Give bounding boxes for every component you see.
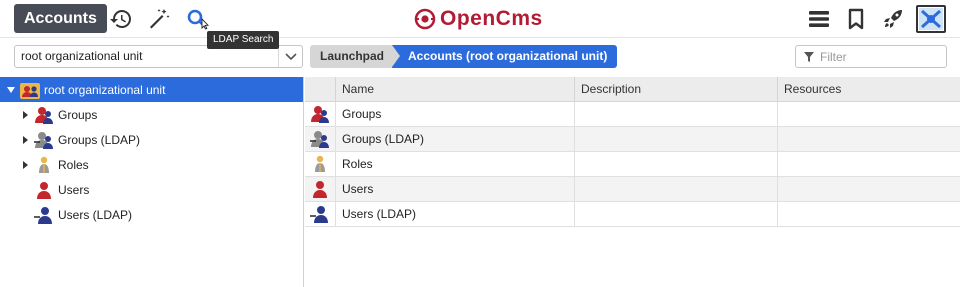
chevron-down-icon[interactable]: [278, 46, 302, 67]
tree-collapsed-icon[interactable]: [20, 160, 30, 169]
table-row[interactable]: Users: [305, 177, 960, 202]
logo-text-cms: Cms: [495, 7, 543, 30]
user-icon: [34, 180, 54, 200]
table-row[interactable]: Groups: [305, 102, 960, 127]
rocket-icon[interactable]: [880, 6, 906, 32]
cell-name: Roles: [336, 152, 575, 176]
cell-description: [575, 202, 778, 226]
group-icon: [34, 105, 54, 125]
tree-item-label: Users: [58, 182, 90, 197]
tree-item-roles[interactable]: Roles: [0, 152, 303, 177]
ou-tree: root organizational unit Groups Groups (…: [0, 77, 304, 287]
tree-item-label: Groups (LDAP): [58, 132, 141, 147]
menu-icon[interactable]: [806, 6, 832, 32]
cell-name: Groups (LDAP): [336, 127, 575, 151]
breadcrumb-current: Accounts (root organizational unit): [392, 45, 618, 68]
cell-resources: [778, 152, 960, 176]
filter-icon: [804, 51, 814, 62]
filter-input[interactable]: Filter: [795, 45, 947, 68]
logo-mark-icon: [414, 8, 436, 30]
tree-collapsed-icon[interactable]: [20, 135, 30, 144]
ldap-user-icon: [305, 202, 336, 226]
cell-resources: [778, 202, 960, 226]
cell-description: [575, 152, 778, 176]
tree-item-users-ldap[interactable]: Users (LDAP): [0, 202, 303, 227]
accounts-table: Name Description Resources Groups Groups…: [305, 77, 960, 227]
header-icon-col[interactable]: [305, 77, 336, 101]
header-resources[interactable]: Resources: [778, 77, 960, 101]
tree-item-label: Roles: [58, 157, 89, 172]
table-row[interactable]: Roles: [305, 152, 960, 177]
magic-wand-icon[interactable]: [146, 6, 172, 32]
ldap-group-icon: [34, 130, 54, 150]
cell-resources: [778, 127, 960, 151]
ldap-group-icon: [305, 127, 336, 151]
group-icon: [305, 102, 336, 126]
cell-resources: [778, 177, 960, 201]
top-toolbar: Accounts LDAP Search OpenCms: [0, 0, 960, 49]
cell-description: [575, 127, 778, 151]
filter-placeholder: Filter: [820, 49, 847, 64]
tree-collapsed-icon[interactable]: [20, 110, 30, 119]
opencms-logo: OpenCms: [414, 6, 543, 32]
tree-item-groups[interactable]: Groups: [0, 102, 303, 127]
ldap-user-icon: [34, 205, 54, 225]
cell-name: Groups: [336, 102, 575, 126]
cell-description: [575, 102, 778, 126]
search-icon[interactable]: [184, 6, 210, 32]
breadcrumb-launchpad[interactable]: Launchpad: [310, 45, 393, 68]
cell-description: [575, 177, 778, 201]
ou-select-value: root organizational unit: [21, 49, 143, 63]
bookmark-icon[interactable]: [843, 6, 869, 32]
table-row[interactable]: Users (LDAP): [305, 202, 960, 227]
table-row[interactable]: Groups (LDAP): [305, 127, 960, 152]
tooltip: LDAP Search: [207, 31, 280, 49]
cell-name: Users (LDAP): [336, 202, 575, 226]
tree-item-root[interactable]: root organizational unit: [0, 77, 303, 102]
role-icon: [34, 155, 54, 175]
logo-text: OpenCms: [440, 6, 543, 32]
user-icon: [305, 177, 336, 201]
breadcrumb: Launchpad Accounts (root organizational …: [310, 45, 618, 68]
cell-name: Users: [336, 177, 575, 201]
tree-item-label: root organizational unit: [44, 82, 166, 97]
header-description[interactable]: Description: [575, 77, 778, 101]
user-avatar-icon[interactable]: [916, 5, 946, 33]
tree-item-groups-ldap[interactable]: Groups (LDAP): [0, 127, 303, 152]
tree-item-label: Users (LDAP): [58, 207, 133, 222]
role-icon: [305, 152, 336, 176]
header-name[interactable]: Name: [336, 77, 575, 101]
table-header: Name Description Resources: [305, 77, 960, 102]
logo-text-open: Open: [440, 7, 496, 30]
app-title[interactable]: Accounts: [14, 4, 107, 33]
cell-resources: [778, 102, 960, 126]
tree-item-users[interactable]: Users: [0, 177, 303, 202]
tree-expanded-icon[interactable]: [6, 86, 16, 93]
tree-item-label: Groups: [58, 107, 98, 122]
breadcrumb-arrow-icon: [392, 45, 401, 67]
history-icon[interactable]: [108, 6, 134, 32]
ou-icon: [20, 80, 40, 100]
